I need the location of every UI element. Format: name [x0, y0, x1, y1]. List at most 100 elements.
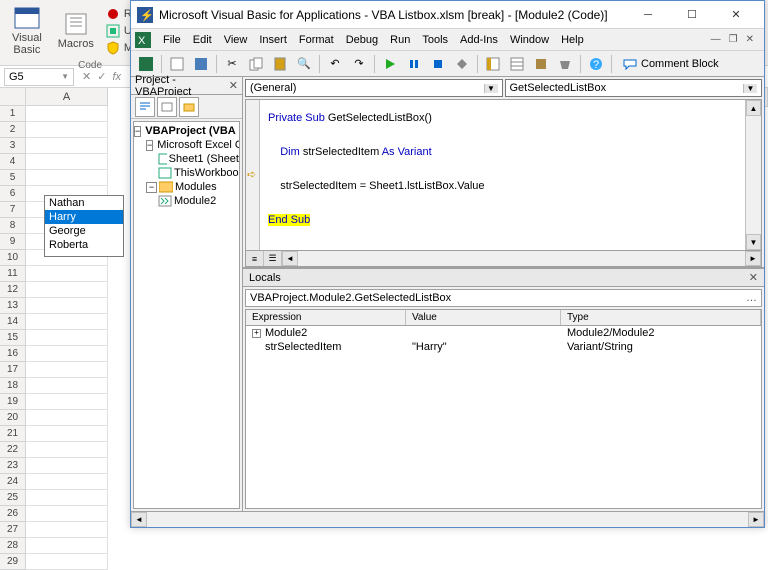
- view-code-button[interactable]: [135, 97, 155, 117]
- menu-debug[interactable]: Debug: [340, 32, 384, 48]
- worksheet-listbox[interactable]: NathanHarryGeorgeRoberta: [44, 195, 124, 257]
- cell[interactable]: [26, 394, 108, 410]
- chevron-down-icon[interactable]: ▼: [61, 72, 69, 81]
- cell[interactable]: [26, 378, 108, 394]
- menu-file[interactable]: File: [157, 32, 187, 48]
- scroll-left-button[interactable]: ◄: [282, 251, 298, 266]
- code-editor[interactable]: ➪ Private Sub GetSelectedListBox() Dim s…: [245, 99, 762, 251]
- macros-button[interactable]: Macros: [50, 2, 102, 60]
- row-header[interactable]: 20: [0, 410, 26, 426]
- menu-view[interactable]: View: [218, 32, 254, 48]
- pane-close-button[interactable]: ✕: [229, 79, 238, 92]
- listbox-item[interactable]: George: [45, 224, 123, 238]
- row-header[interactable]: 27: [0, 522, 26, 538]
- code-text[interactable]: Private Sub GetSelectedListBox() Dim str…: [260, 100, 745, 250]
- locals-column-header[interactable]: Expression: [246, 310, 406, 325]
- row-header[interactable]: 25: [0, 490, 26, 506]
- minimize-button[interactable]: ─: [626, 2, 670, 28]
- menu-edit[interactable]: Edit: [187, 32, 218, 48]
- menu-insert[interactable]: Insert: [253, 32, 293, 48]
- row-header[interactable]: 8: [0, 218, 26, 234]
- row-header[interactable]: 5: [0, 170, 26, 186]
- row-header[interactable]: 28: [0, 538, 26, 554]
- cell[interactable]: [26, 426, 108, 442]
- collapse-icon[interactable]: −: [134, 126, 141, 137]
- menu-tools[interactable]: Tools: [416, 32, 454, 48]
- row-header[interactable]: 26: [0, 506, 26, 522]
- row-header[interactable]: 10: [0, 250, 26, 266]
- cell[interactable]: [26, 282, 108, 298]
- row-header[interactable]: 1: [0, 106, 26, 122]
- comment-block-button[interactable]: Comment Block: [616, 53, 726, 75]
- toggle-folders-button[interactable]: [179, 97, 199, 117]
- run-button[interactable]: [379, 53, 401, 75]
- full-module-view-button[interactable]: ☰: [264, 251, 282, 266]
- design-mode-button[interactable]: [451, 53, 473, 75]
- view-excel-button[interactable]: [135, 53, 157, 75]
- row-header[interactable]: 6: [0, 186, 26, 202]
- cell[interactable]: [26, 122, 108, 138]
- scroll-right-button[interactable]: ►: [748, 512, 764, 527]
- procedure-dropdown[interactable]: GetSelectedListBox▼: [505, 79, 763, 97]
- menu-add-ins[interactable]: Add-Ins: [454, 32, 504, 48]
- procedure-view-button[interactable]: ≡: [246, 251, 264, 266]
- locals-column-header[interactable]: Type: [561, 310, 761, 325]
- locals-callstack-button[interactable]: …: [746, 292, 757, 304]
- cell[interactable]: [26, 314, 108, 330]
- maximize-button[interactable]: ☐: [670, 2, 714, 28]
- row-header[interactable]: 29: [0, 554, 26, 570]
- expand-icon[interactable]: +: [252, 329, 261, 338]
- row-header[interactable]: 16: [0, 346, 26, 362]
- reset-button[interactable]: [427, 53, 449, 75]
- cell[interactable]: [26, 538, 108, 554]
- row-header[interactable]: 2: [0, 122, 26, 138]
- column-header-a[interactable]: A: [26, 88, 108, 106]
- row-header[interactable]: 24: [0, 474, 26, 490]
- object-browser-button[interactable]: [530, 53, 552, 75]
- visual-basic-button[interactable]: Visual Basic: [4, 2, 50, 60]
- name-box[interactable]: G5▼: [4, 68, 74, 86]
- close-button[interactable]: ✕: [714, 2, 758, 28]
- vertical-scrollbar[interactable]: ▲ ▼: [745, 100, 761, 250]
- cell[interactable]: [26, 266, 108, 282]
- row-header[interactable]: 9: [0, 234, 26, 250]
- row-header[interactable]: 14: [0, 314, 26, 330]
- row-header[interactable]: 11: [0, 266, 26, 282]
- row-header[interactable]: 12: [0, 282, 26, 298]
- properties-button[interactable]: [506, 53, 528, 75]
- cell[interactable]: [26, 410, 108, 426]
- cell[interactable]: [26, 170, 108, 186]
- menu-help[interactable]: Help: [555, 32, 590, 48]
- cell[interactable]: [26, 362, 108, 378]
- help-button[interactable]: ?: [585, 53, 607, 75]
- cell[interactable]: [26, 154, 108, 170]
- copy-button[interactable]: [245, 53, 267, 75]
- listbox-item[interactable]: Nathan: [45, 196, 123, 210]
- row-header[interactable]: 17: [0, 362, 26, 378]
- scroll-left-button[interactable]: ◄: [131, 512, 147, 527]
- row-header[interactable]: 22: [0, 442, 26, 458]
- row-header[interactable]: 4: [0, 154, 26, 170]
- mdi-restore-button[interactable]: ❐: [729, 34, 738, 45]
- cell[interactable]: [26, 554, 108, 570]
- menu-run[interactable]: Run: [384, 32, 416, 48]
- project-explorer-button[interactable]: [482, 53, 504, 75]
- collapse-icon[interactable]: −: [146, 140, 153, 151]
- horizontal-scrollbar[interactable]: ≡ ☰ ◄ ►: [245, 251, 762, 267]
- locals-close-button[interactable]: ✕: [749, 271, 758, 284]
- row-header[interactable]: 19: [0, 394, 26, 410]
- row-header[interactable]: 15: [0, 330, 26, 346]
- menu-format[interactable]: Format: [293, 32, 340, 48]
- undo-button[interactable]: ↶: [324, 53, 346, 75]
- scroll-right-button[interactable]: ►: [745, 251, 761, 266]
- row-header[interactable]: 13: [0, 298, 26, 314]
- cell[interactable]: [26, 474, 108, 490]
- redo-button[interactable]: ↷: [348, 53, 370, 75]
- cell[interactable]: [26, 506, 108, 522]
- cell[interactable]: [26, 106, 108, 122]
- paste-button[interactable]: [269, 53, 291, 75]
- view-object-button[interactable]: [157, 97, 177, 117]
- insert-button[interactable]: [166, 53, 188, 75]
- scroll-up-button[interactable]: ▲: [746, 100, 761, 116]
- locals-row[interactable]: +Module2Module2/Module2: [246, 326, 761, 340]
